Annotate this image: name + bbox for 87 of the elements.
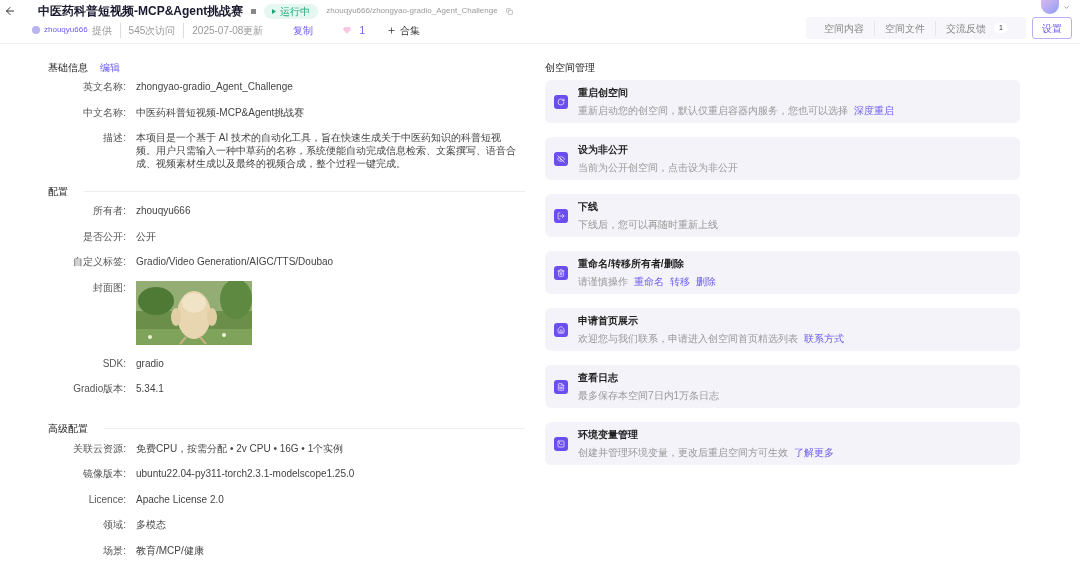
field-value: 5.34.1 [136, 382, 165, 395]
field-label: 镜像版本: [82, 467, 126, 480]
field-value: zhouqyu666 [136, 204, 192, 217]
card-description: 最多保存本空间7日内1万条日志 [578, 389, 720, 403]
action-card[interactable]: 申请首页展示 欢迎您与我们联系，申请进入创空间首页精选列表 联系方式 [545, 308, 1020, 351]
action-link[interactable]: 重命名 [634, 274, 664, 289]
card-title: 查看日志 [578, 371, 619, 385]
card-description: 请谨慎操作 [578, 275, 628, 289]
action-link[interactable]: 转移 [670, 274, 690, 289]
field-label: 中文名称: [82, 105, 126, 119]
refresh-icon [554, 94, 568, 109]
back-icon[interactable] [4, 5, 16, 17]
card-description: 创建并管理环境变量，更改后重启空间方可生效 [578, 446, 788, 460]
field-label: 自定义标签: [72, 255, 126, 268]
copy-icon[interactable] [505, 7, 513, 15]
action-card[interactable]: 重命名/转移所有者/删除 请谨慎操作 重命名 转移 删除 [545, 251, 1020, 294]
edit-link[interactable]: 编辑 [100, 59, 120, 75]
heart-icon[interactable] [343, 26, 352, 34]
action-link[interactable]: 了解更多 [794, 445, 834, 460]
action-link[interactable]: 深度重启 [854, 103, 894, 118]
field-value: 多模态 [136, 518, 167, 531]
field-label: 英文名称: [82, 80, 126, 93]
field-label: Gradio版本: [72, 382, 126, 395]
trash-icon [554, 265, 568, 280]
field-label: 关联云资源: [72, 441, 126, 455]
field-label: 描述: [102, 131, 126, 144]
card-title: 重命名/转移所有者/删除 [578, 257, 685, 271]
copy-link[interactable]: 复制 [293, 22, 314, 38]
section-title: 高级配置 [48, 422, 88, 436]
action-card[interactable]: 查看日志 最多保存本空间7日内1万条日志 [545, 365, 1020, 408]
like-count: 1 [359, 23, 365, 38]
status-badge: 运行中 [264, 3, 319, 19]
field-value: 中医药科普短视频-MCP&Agent挑战赛 [136, 105, 306, 119]
field-value: gradio [136, 356, 165, 370]
play-icon [272, 8, 277, 14]
action-card[interactable]: 设为非公开 当前为公开创空间，点击设为非公开 [545, 137, 1020, 180]
home-icon [554, 322, 568, 337]
field-value: zhongyao-gradio_Agent_Challenge [136, 80, 294, 93]
nav-tab[interactable]: 空间文件 [874, 20, 936, 36]
action-card[interactable]: 环境变量管理 创建并管理环境变量，更改后重启空间方可生效 了解更多 [545, 422, 1020, 465]
field-label: 封面图: [92, 280, 126, 294]
field-label: 场景: [102, 543, 126, 557]
card-title: 设为非公开 [578, 143, 629, 157]
card-title: 下线 [578, 200, 599, 214]
card-description: 当前为公开创空间，点击设为非公开 [578, 161, 738, 175]
nav-tab[interactable]: 空间内容 [814, 20, 875, 36]
section-title: 创空间管理 [545, 61, 596, 74]
field-label: 是否公开: [82, 229, 126, 243]
page-title: 中医药科普短视频-MCP&Agent挑战赛 [38, 3, 244, 20]
field-value: Apache License 2.0 [136, 492, 225, 506]
visit-count: 545次访问 [120, 22, 185, 38]
action-link[interactable]: 联系方式 [804, 331, 844, 346]
exit-icon [554, 208, 568, 223]
field-value: Gradio/Video Generation/AIGC/TTS/Doubao [136, 255, 335, 268]
plus-icon [387, 25, 396, 35]
action-link[interactable]: 删除 [696, 274, 716, 289]
card-description: 下线后，您可以再随时重新上线 [578, 218, 718, 232]
field-value: 本项目是一个基于 AI 技术的自动化工具，旨在快速生成关于中医药知识的科普短视频。用户只需输入一种中草药的名称，系统便能自动完成信息检索、文案撰写、语音合成、视频素材生成以及最终的视频合成，整个过程一键完成。 [136, 131, 517, 170]
card-title: 环境变量管理 [578, 428, 639, 442]
card-description: 欢迎您与我们联系，申请进入创空间首页精选列表 [578, 332, 798, 346]
card-title: 申请首页展示 [578, 314, 639, 328]
field-value: 免费CPU，按需分配 • 2v CPU • 16G • 1个实例 [136, 441, 345, 455]
collection-button[interactable]: 合集 [387, 22, 420, 38]
eye-off-icon [554, 151, 568, 166]
field-label: SDK: [101, 356, 126, 370]
field-label: Licence: [87, 492, 126, 506]
action-card[interactable]: 下线 下线后，您可以再随时重新上线 [545, 194, 1020, 237]
section-title: 基础信息 [48, 60, 88, 75]
avatar-icon [32, 26, 40, 34]
terminal-icon [554, 436, 568, 451]
caret-icon[interactable] [1063, 3, 1070, 11]
action-card[interactable]: 重启创空间 重新启动您的创空间，默认仅重启容器内服务，您也可以选择 深度重启 [545, 80, 1020, 123]
card-description: 重新启动您的创空间，默认仅重启容器内服务，您也可以选择 [578, 104, 848, 118]
field-value: 教育/MCP/健康 [136, 543, 205, 557]
section-title: 配置 [48, 184, 68, 199]
settings-tab[interactable]: 设置 [1032, 17, 1072, 39]
update-date: 2025-07-08更新 [191, 23, 264, 38]
document-icon [554, 379, 568, 394]
field-value: ubuntu22.04-py311-torch2.3.1-modelscope1.25.0 [136, 467, 356, 480]
user-avatar[interactable] [1041, 0, 1059, 14]
field-label: 领域: [102, 518, 126, 531]
owner-link[interactable]: zhouqyu666 [44, 24, 88, 36]
field-value: 公开 [136, 229, 157, 243]
field-label: 所有者: [92, 204, 126, 217]
repo-path: zhouqyu666/zhongyao-gradio_Agent_Challenge [326, 5, 498, 17]
provided-label: 提供 [91, 22, 121, 38]
card-title: 重启创空间 [578, 86, 629, 100]
